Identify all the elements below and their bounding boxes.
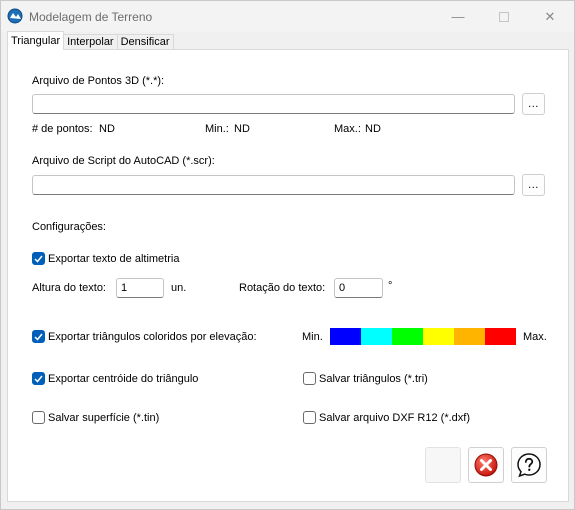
app-icon (7, 8, 23, 24)
help-button[interactable] (511, 447, 547, 483)
checkbox-unchecked-icon (32, 411, 45, 424)
maximize-button[interactable] (481, 1, 527, 32)
close-icon: ✕ (544, 8, 556, 24)
point-count-label: # de pontos: (32, 123, 93, 135)
run-button[interactable] (425, 447, 461, 483)
legend-swatch-2 (361, 328, 392, 345)
text-rotation-label: Rotação do texto: (239, 282, 326, 294)
close-button[interactable]: ✕ (527, 1, 573, 32)
min-label: Min.: (205, 123, 229, 135)
tab-interpolar[interactable]: Interpolar (63, 34, 118, 50)
legend-swatch-6 (485, 328, 516, 345)
text-height-input[interactable] (116, 278, 164, 298)
save-triangles-label: Salvar triângulos (*.tri) (319, 372, 428, 385)
max-label: Max.: (334, 123, 361, 135)
text-rotation-input[interactable] (334, 278, 383, 298)
legend-swatch-4 (423, 328, 454, 345)
tab-triangular[interactable]: Triangular (7, 31, 65, 50)
tab-panel-triangular: Arquivo de Pontos 3D (*.*): ... # de pon… (7, 49, 569, 502)
export-elevation-text-label: Exportar texto de altimetria (48, 252, 180, 265)
checkbox-checked-icon (32, 372, 45, 385)
text-height-unit: un. (171, 282, 187, 294)
min-value: ND (234, 123, 250, 135)
save-surface-label: Salvar superfície (*.tin) (48, 411, 160, 424)
export-colored-triangles-checkbox[interactable]: Exportar triângulos coloridos por elevaç… (32, 330, 257, 343)
max-value: ND (365, 123, 381, 135)
export-centroid-label: Exportar centróide do triângulo (48, 372, 199, 385)
cancel-icon (474, 453, 498, 477)
save-dxf-checkbox[interactable]: Salvar arquivo DXF R12 (*.dxf) (303, 411, 470, 424)
checkbox-unchecked-icon (303, 411, 316, 424)
text-height-label: Altura do texto: (32, 282, 106, 294)
point-count-value: ND (99, 123, 115, 135)
title-bar: Modelagem de Terreno — ✕ (1, 1, 574, 32)
script-file-label: Arquivo de Script do AutoCAD (*.scr): (32, 155, 215, 167)
export-colored-triangles-label: Exportar triângulos coloridos por elevaç… (48, 330, 257, 343)
export-centroid-checkbox[interactable]: Exportar centróide do triângulo (32, 372, 198, 385)
checkbox-unchecked-icon (303, 372, 316, 385)
points-file-input[interactable] (32, 94, 515, 114)
legend-min-label: Min. (302, 331, 323, 343)
elevation-color-legend (330, 328, 516, 345)
browse-script-button[interactable]: ... (522, 174, 545, 196)
maximize-icon (499, 11, 509, 22)
export-elevation-text-checkbox[interactable]: Exportar texto de altimetria (32, 252, 179, 265)
save-triangles-checkbox[interactable]: Salvar triângulos (*.tri) (303, 372, 428, 385)
text-rotation-unit: ° (388, 280, 393, 292)
cancel-button[interactable] (468, 447, 504, 483)
tab-bar: Triangular Interpolar Densificar (7, 31, 174, 50)
script-file-input[interactable] (32, 175, 515, 195)
points-file-label: Arquivo de Pontos 3D (*.*): (32, 75, 165, 87)
help-icon (517, 453, 541, 478)
save-surface-checkbox[interactable]: Salvar superfície (*.tin) (32, 411, 159, 424)
window-title: Modelagem de Terreno (29, 10, 153, 24)
dialog-window: Modelagem de Terreno — ✕ Triangular Inte… (0, 0, 575, 510)
tab-densificar[interactable]: Densificar (116, 34, 174, 50)
minimize-icon: — (451, 9, 465, 24)
minimize-button[interactable]: — (435, 1, 481, 32)
config-heading: Configurações: (32, 221, 106, 233)
checkbox-checked-icon (32, 330, 45, 343)
checkbox-checked-icon (32, 252, 45, 265)
browse-points-button[interactable]: ... (522, 93, 545, 115)
save-dxf-label: Salvar arquivo DXF R12 (*.dxf) (319, 411, 470, 424)
legend-max-label: Max. (523, 331, 547, 343)
legend-swatch-5 (454, 328, 485, 345)
legend-swatch-1 (330, 328, 361, 345)
legend-swatch-3 (392, 328, 423, 345)
